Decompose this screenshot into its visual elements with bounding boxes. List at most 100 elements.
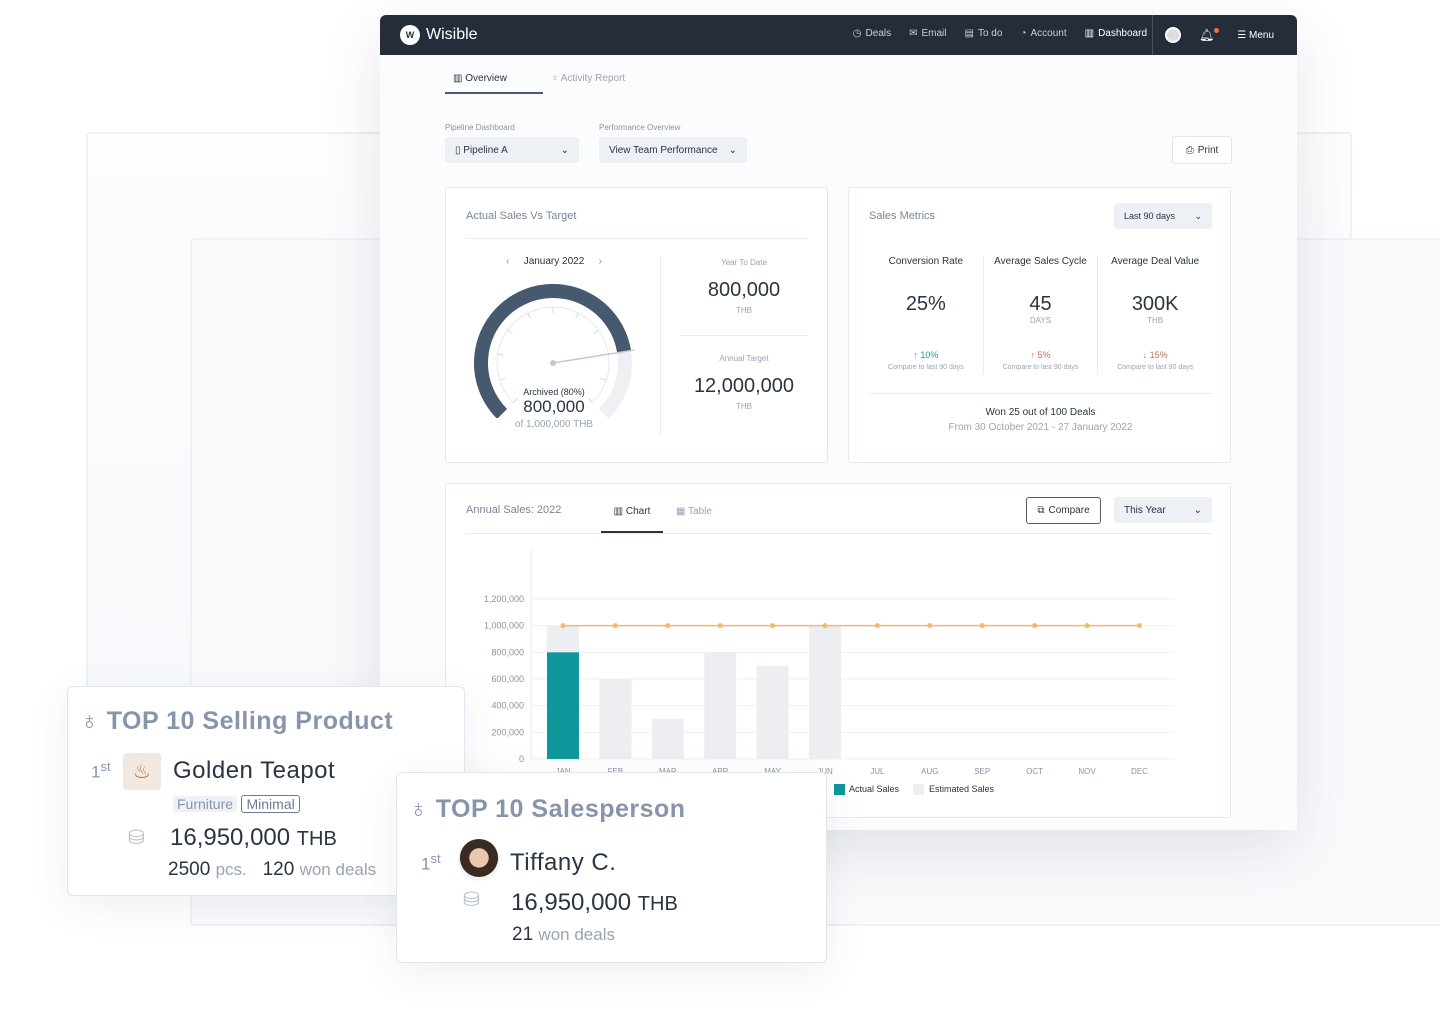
performance-value: View Team Performance	[609, 144, 718, 156]
nav-label: Email	[921, 28, 947, 39]
gauge-needle-hub	[550, 360, 556, 366]
actual-vs-target-card: Actual Sales Vs Target ‹ January 2022 › Ar…	[445, 187, 828, 463]
next-month-button[interactable]: ›	[599, 256, 602, 267]
target-point	[1084, 623, 1090, 629]
rank-suffix: st	[430, 851, 441, 866]
amount: 16,950,000	[511, 889, 632, 916]
deals-count: 21	[512, 924, 534, 945]
metrics-range-select[interactable]: Last 90 days ⌄	[1114, 203, 1212, 229]
actual-bar	[547, 652, 579, 759]
estimated-bar	[599, 679, 632, 759]
nav-label: Account	[1030, 28, 1067, 39]
pipeline-label: Pipeline Dashboard	[445, 123, 515, 132]
chevron-down-icon: ⌄	[560, 144, 569, 156]
y-tick-label: 1,000,000	[484, 621, 524, 631]
metric-label: Average Sales Cycle	[994, 256, 1087, 267]
annual-range-select[interactable]: This Year ⌄	[1114, 497, 1212, 523]
top-salesperson-card: ♁ TOP 10 Salesperson 1st Tiffany C. ⛁ 16…	[396, 772, 827, 963]
bar-chart-icon: ▥	[613, 506, 626, 517]
metric-compare: Compare to last 90 days	[887, 364, 964, 371]
won-deals-summary: Won 25 out of 100 Deals	[985, 407, 1096, 418]
target-point	[612, 623, 618, 629]
currency: THB	[296, 828, 337, 850]
period-label: From 30 October 2021 - 27 January 2022	[948, 422, 1133, 433]
compare-button[interactable]: ⧉ Compare	[1026, 497, 1101, 524]
brand-logo[interactable]: W Wisible	[400, 25, 478, 45]
arrow-up-icon: ↑	[1030, 350, 1038, 360]
x-tick-label: AUG	[921, 767, 938, 776]
metric-change: 5%	[1037, 350, 1051, 360]
nav-account[interactable]: ◔ Account	[1020, 28, 1066, 39]
metric-unit: DAYS	[1029, 316, 1052, 325]
tag: Minimal	[241, 795, 300, 813]
tab-chart[interactable]: ▥ Chart	[601, 506, 663, 533]
annual-target-unit: THB	[736, 402, 752, 411]
avatar[interactable]	[1165, 27, 1181, 43]
target-point	[979, 623, 985, 629]
nav-deals[interactable]: ◷ Deals	[853, 28, 891, 39]
estimated-bar	[809, 625, 841, 759]
annual-sales-card: Annual Sales: 2022 ▥ Chart ▦ Table ⧉ Comp…	[445, 483, 1231, 818]
estimated-bar	[704, 652, 737, 759]
range-value: Last 90 days	[1124, 211, 1176, 221]
nav-email[interactable]: ✉ Email	[909, 28, 946, 39]
metric-change: 10%	[920, 350, 939, 360]
sales-metrics-card: Sales Metrics Last 90 days ⌄ Conversion R…	[848, 187, 1231, 463]
chevron-down-icon: ⌄	[728, 144, 737, 156]
coins-icon: ⛁	[128, 827, 145, 849]
pipeline-select[interactable]: ▯ Pipeline A ⌄	[445, 137, 579, 163]
product-image: ♨	[123, 753, 161, 790]
target-point	[1136, 623, 1142, 629]
y-tick-label: 0	[519, 754, 524, 764]
y-tick-label: 800,000	[491, 647, 524, 657]
deals-unit: won deals	[299, 860, 377, 879]
currency: THB	[637, 893, 678, 915]
coins-icon: ⛁	[463, 889, 480, 911]
nav-dashboard[interactable]: ▥ Dashboard	[1085, 28, 1147, 39]
brand-name: Wisible	[426, 26, 478, 43]
ytd-unit: THB	[736, 306, 752, 315]
y-tick-label: 200,000	[491, 727, 524, 737]
product-name: Golden Teapot	[173, 757, 336, 784]
metric-value: 45	[1029, 293, 1052, 315]
metric-1: Average Sales Cycle 45 DAYS ↑ 5% Compare…	[982, 256, 1098, 374]
rank-suffix: st	[100, 759, 111, 774]
salesperson-avatar	[458, 839, 500, 881]
metric-0: Conversion Rate 25% ↑ 10% Compare to las…	[869, 256, 983, 374]
print-button[interactable]: ⎙ Print	[1172, 136, 1232, 164]
tag: Furniture	[173, 796, 238, 812]
gauge-tick	[527, 312, 531, 319]
chevron-down-icon: ⌄	[1193, 504, 1202, 516]
tab-activity-report[interactable]: ♀ Activity Report	[543, 73, 641, 94]
performance-select[interactable]: View Team Performance ⌄	[599, 137, 747, 163]
annual-sales-chart: 0 200,000 400,000 600,000 800,000 1,000,000 1,…	[484, 549, 1174, 776]
annual-target-label: Annual Target	[719, 354, 769, 363]
menu-button[interactable]: ☰ Menu	[1237, 30, 1274, 41]
target-point	[822, 623, 828, 629]
gauge-tick	[497, 353, 504, 356]
archived-label: Archived (80%)	[523, 387, 585, 397]
nav-label: To do	[977, 28, 1003, 39]
card-title: Annual Sales: 2022	[466, 504, 562, 516]
estimated-bar	[756, 665, 789, 759]
pcs-unit: pcs.	[215, 860, 247, 879]
bar-chart-icon: ▥	[453, 73, 466, 84]
arrow-down-icon: ↓	[1142, 350, 1150, 360]
bell-icon[interactable]: 🔔︎	[1199, 28, 1220, 42]
nav-todo[interactable]: ▤ To do	[965, 28, 1003, 39]
account-icon: ◔	[1020, 28, 1027, 39]
y-tick-label: 1,200,000	[484, 594, 524, 604]
y-tick-label: 400,000	[491, 701, 524, 711]
target-point	[874, 623, 880, 629]
ytd-label: Year To Date	[721, 258, 767, 267]
tab-table[interactable]: ▦ Table	[676, 506, 712, 517]
tab-label: Activity Report	[560, 73, 626, 84]
award-icon: ♁	[80, 707, 107, 735]
x-tick-label: JUL	[870, 767, 885, 776]
estimated-bar	[651, 719, 684, 759]
tab-overview[interactable]: ▥ Overview	[445, 73, 543, 94]
prev-month-button[interactable]: ‹	[506, 256, 509, 267]
metric-compare: Compare to last 90 days	[1117, 364, 1194, 371]
legend-label: Actual Sales	[849, 784, 900, 794]
dollar-circle-icon: ◷	[852, 28, 862, 39]
